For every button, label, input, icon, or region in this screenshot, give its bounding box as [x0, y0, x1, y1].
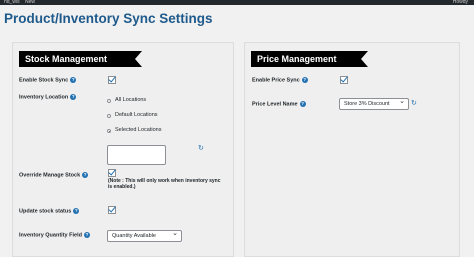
price-level-name-label: Price Level Name? — [252, 101, 306, 108]
price-management-heading: Price Management — [251, 51, 368, 67]
inventory-quantity-field-label: Inventory Quantity Field? — [19, 232, 90, 239]
stock-management-panel: Stock Management Enable Stock Sync? Inve… — [12, 42, 234, 257]
enable-stock-sync-label: Enable Stock Sync? — [19, 77, 77, 84]
radio-selected-locations-label: Selected Locations — [115, 127, 162, 133]
help-icon[interactable]: ? — [70, 94, 77, 100]
page-title: Product/Inventory Sync Settings — [4, 11, 213, 26]
price-level-name-select[interactable]: Store 3% Discount — [339, 97, 409, 110]
selected-locations-box[interactable] — [107, 145, 166, 165]
update-stock-status-checkbox[interactable] — [108, 206, 116, 214]
refresh-icon[interactable]: ↻ — [411, 100, 418, 107]
inventory-location-label: Inventory Location? — [19, 94, 77, 101]
update-stock-status-label: Update stock status? — [19, 208, 80, 215]
stock-management-heading: Stock Management — [19, 51, 142, 67]
admin-bar: hd_wis New Howdy — [0, 0, 474, 5]
price-management-panel: Price Management Enable Price Sync? Pric… — [244, 42, 460, 257]
admin-bar-user[interactable]: Howdy — [453, 0, 468, 5]
override-manage-stock-checkbox[interactable] — [108, 169, 116, 177]
help-icon[interactable]: ? — [83, 232, 90, 238]
enable-price-sync-checkbox[interactable] — [340, 76, 348, 84]
help-icon[interactable]: ? — [82, 172, 89, 178]
enable-stock-sync-checkbox[interactable] — [108, 76, 116, 84]
enable-price-sync-label: Enable Price Sync? — [252, 77, 308, 84]
help-icon[interactable]: ? — [73, 208, 80, 214]
radio-selected-locations[interactable] — [107, 129, 111, 133]
radio-default-locations-label: Default Locations — [115, 112, 158, 118]
help-icon[interactable]: ? — [70, 77, 77, 83]
admin-bar-new[interactable]: New — [25, 0, 35, 5]
radio-all-locations-label: All Locations — [115, 97, 147, 103]
help-icon[interactable]: ? — [301, 77, 308, 83]
radio-default-locations[interactable] — [107, 114, 111, 118]
refresh-icon[interactable]: ↻ — [198, 145, 205, 152]
help-icon[interactable]: ? — [299, 101, 306, 107]
inventory-quantity-field-select[interactable]: Quantity Available — [107, 229, 182, 242]
override-manage-stock-label: Override Manage Stock? — [19, 172, 89, 179]
override-manage-stock-note: (Note : This will only work when invento… — [108, 178, 221, 190]
admin-bar-site[interactable]: hd_wis — [4, 0, 20, 5]
radio-all-locations[interactable] — [107, 99, 111, 103]
